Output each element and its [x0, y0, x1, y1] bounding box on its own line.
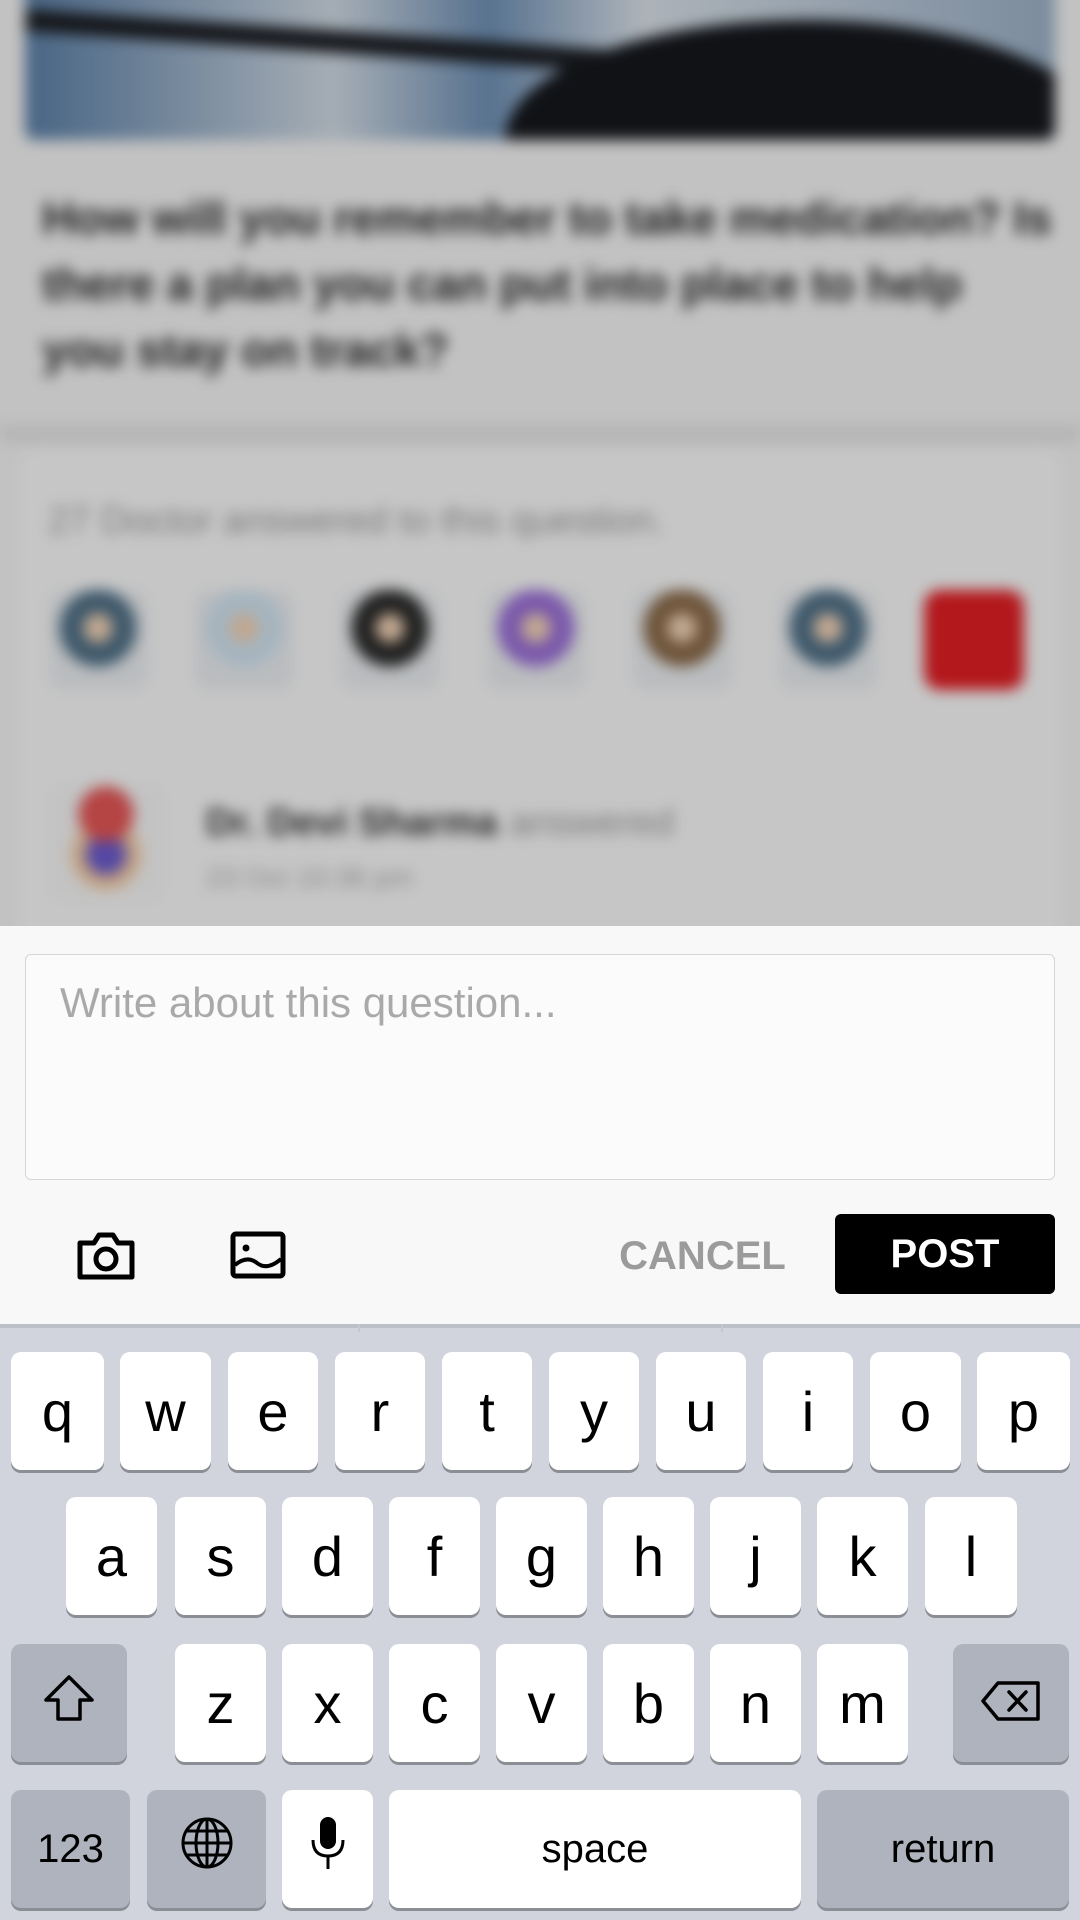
numbers-key[interactable]: 123: [11, 1790, 130, 1908]
key-g[interactable]: g: [496, 1497, 587, 1615]
key-y[interactable]: y: [549, 1352, 639, 1470]
cancel-button[interactable]: CANCEL: [600, 1216, 805, 1296]
key-h[interactable]: h: [603, 1497, 694, 1615]
key-z[interactable]: z: [175, 1644, 266, 1762]
image-gallery-icon: [230, 1231, 286, 1284]
key-i[interactable]: i: [763, 1352, 853, 1470]
keyboard-divider: [721, 1324, 723, 1332]
key-p[interactable]: p: [977, 1352, 1070, 1470]
answer-composer: CANCEL POST: [0, 926, 1080, 1324]
camera-icon: [76, 1229, 136, 1286]
keyboard: q w e r t y u i o p a s d f g h j k l z …: [0, 1324, 1080, 1920]
answer-input[interactable]: [25, 954, 1055, 1180]
key-v[interactable]: v: [496, 1644, 587, 1762]
key-j[interactable]: j: [710, 1497, 801, 1615]
return-key[interactable]: return: [817, 1790, 1069, 1908]
key-q[interactable]: q: [11, 1352, 104, 1470]
key-l[interactable]: l: [925, 1497, 1017, 1615]
key-e[interactable]: e: [228, 1352, 318, 1470]
keyboard-divider: [358, 1324, 360, 1332]
key-u[interactable]: u: [656, 1352, 746, 1470]
key-a[interactable]: a: [66, 1497, 157, 1615]
globe-icon: [179, 1815, 235, 1884]
backspace-key[interactable]: [953, 1644, 1069, 1762]
shift-icon: [42, 1671, 96, 1736]
key-x[interactable]: x: [282, 1644, 373, 1762]
key-n[interactable]: n: [710, 1644, 801, 1762]
key-t[interactable]: t: [442, 1352, 532, 1470]
space-key[interactable]: space: [389, 1790, 801, 1908]
shift-key[interactable]: [11, 1644, 127, 1762]
microphone-key[interactable]: [282, 1790, 373, 1908]
key-k[interactable]: k: [817, 1497, 908, 1615]
key-b[interactable]: b: [603, 1644, 694, 1762]
key-w[interactable]: w: [120, 1352, 211, 1470]
dim-overlay: [0, 0, 1080, 926]
post-button[interactable]: POST: [835, 1214, 1055, 1294]
key-m[interactable]: m: [817, 1644, 908, 1762]
keyboard-top-border: [0, 1324, 1080, 1328]
key-f[interactable]: f: [389, 1497, 480, 1615]
key-s[interactable]: s: [175, 1497, 266, 1615]
camera-button[interactable]: [66, 1222, 146, 1292]
key-o[interactable]: o: [870, 1352, 961, 1470]
background-content: How will you remember to take medication…: [0, 0, 1080, 926]
backspace-icon: [980, 1671, 1042, 1736]
key-d[interactable]: d: [282, 1497, 373, 1615]
microphone-icon: [310, 1814, 346, 1885]
gallery-button[interactable]: [218, 1222, 298, 1292]
key-r[interactable]: r: [335, 1352, 425, 1470]
globe-key[interactable]: [147, 1790, 266, 1908]
key-c[interactable]: c: [389, 1644, 480, 1762]
